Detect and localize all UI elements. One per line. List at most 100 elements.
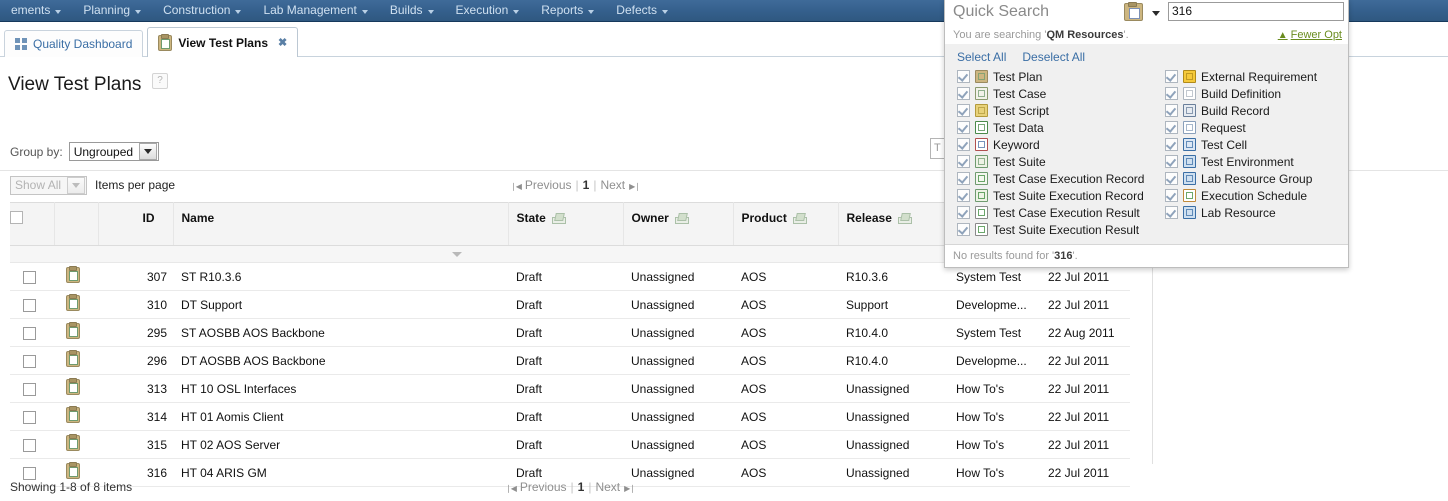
resource-type-option-test-case-execution-result[interactable]: Test Case Execution Result [957, 204, 1165, 221]
resource-type-option-build-record[interactable]: Build Record [1165, 102, 1317, 119]
cell-id[interactable]: 296 [98, 346, 173, 375]
cell-name[interactable]: DT Support [173, 290, 508, 319]
resource-type-checkbox[interactable] [1165, 104, 1178, 117]
nav-item-ements[interactable]: ements [0, 0, 72, 21]
first-page-button[interactable] [505, 480, 516, 494]
resource-type-checkbox[interactable] [957, 189, 970, 202]
table-row[interactable]: 315 HT 02 AOS Server Draft Unassigned AOS Una… [10, 430, 1130, 459]
table-row[interactable]: 313 HT 10 OSL Interfaces Draft Unassigned AO… [10, 374, 1130, 403]
cell-id[interactable]: 310 [98, 290, 173, 319]
sort-icon[interactable] [897, 213, 912, 224]
next-page-button[interactable]: Next [595, 480, 620, 494]
sort-icon[interactable] [792, 213, 807, 224]
resource-type-checkbox[interactable] [957, 70, 970, 83]
nav-item-execution[interactable]: Execution [445, 0, 531, 21]
th-select-all[interactable] [10, 202, 55, 246]
resource-type-option-test-suite-execution-result[interactable]: Test Suite Execution Result [957, 221, 1165, 238]
nav-item-reports[interactable]: Reports [530, 0, 605, 21]
last-page-button[interactable] [629, 178, 640, 192]
select-all-checkbox[interactable] [10, 211, 23, 224]
th-state[interactable]: State [508, 202, 624, 246]
th-product[interactable]: Product [733, 202, 839, 246]
cell-name[interactable]: HT 10 OSL Interfaces [173, 374, 508, 403]
resource-type-checkbox[interactable] [957, 206, 970, 219]
row-checkbox[interactable] [22, 382, 36, 396]
resource-type-option-test-suite-execution-record[interactable]: Test Suite Execution Record [957, 187, 1165, 204]
resource-type-option-test-cell[interactable]: Test Cell [1165, 136, 1317, 153]
close-icon[interactable]: ✖ [278, 36, 287, 49]
previous-page-button[interactable]: Previous [520, 480, 567, 494]
row-checkbox[interactable] [22, 354, 36, 368]
resource-type-option-test-data[interactable]: Test Data [957, 119, 1165, 136]
cell-name[interactable]: HT 02 AOS Server [173, 430, 508, 459]
chevron-down-icon[interactable] [452, 251, 462, 257]
row-checkbox[interactable] [22, 466, 36, 480]
nav-item-defects[interactable]: Defects [605, 0, 679, 21]
resource-type-checkbox[interactable] [1165, 138, 1178, 151]
help-icon[interactable]: ? [152, 73, 168, 89]
resource-type-checkbox[interactable] [1165, 121, 1178, 134]
resource-type-option-test-script[interactable]: Test Script [957, 102, 1165, 119]
nav-item-lab-management[interactable]: Lab Management [252, 0, 378, 21]
cell-id[interactable]: 315 [98, 430, 173, 459]
resource-type-option-test-case[interactable]: Test Case [957, 85, 1165, 102]
cell-id[interactable]: 314 [98, 402, 173, 431]
table-row[interactable]: 296 DT AOSBB AOS Backbone Draft Unassigned A… [10, 346, 1130, 375]
resource-type-checkbox[interactable] [957, 155, 970, 168]
row-checkbox[interactable] [22, 298, 36, 312]
cell-id[interactable]: 307 [98, 262, 173, 291]
resource-type-checkbox[interactable] [957, 121, 970, 134]
table-row[interactable]: 314 HT 01 Aomis Client Draft Unassigned AOS U… [10, 402, 1130, 431]
table-row[interactable]: 310 DT Support Draft Unassigned AOS Support De… [10, 290, 1130, 319]
last-page-button[interactable] [624, 480, 635, 494]
resource-type-checkbox[interactable] [1165, 70, 1178, 83]
resource-type-checkbox[interactable] [957, 172, 970, 185]
th-name[interactable]: Name [173, 202, 509, 246]
resource-type-checkbox[interactable] [957, 87, 970, 100]
cell-id[interactable]: 313 [98, 374, 173, 403]
resource-type-checkbox[interactable] [1165, 189, 1178, 202]
th-owner[interactable]: Owner [623, 202, 734, 246]
resource-type-option-request[interactable]: Request [1165, 119, 1317, 136]
resource-type-option-lab-resource[interactable]: Lab Resource [1165, 204, 1317, 221]
resource-type-option-test-case-execution-record[interactable]: Test Case Execution Record [957, 170, 1165, 187]
current-page-number[interactable]: 1 [578, 480, 585, 494]
nav-item-construction[interactable]: Construction [152, 0, 252, 21]
resource-type-option-external-requirement[interactable]: External Requirement [1165, 68, 1317, 85]
cell-name[interactable]: DT AOSBB AOS Backbone [173, 346, 508, 375]
sort-icon[interactable] [674, 213, 689, 224]
sort-icon[interactable] [551, 213, 566, 224]
resource-type-checkbox[interactable] [957, 138, 970, 151]
resource-type-option-execution-schedule[interactable]: Execution Schedule [1165, 187, 1317, 204]
resource-type-option-test-plan[interactable]: Test Plan [957, 68, 1165, 85]
table-row[interactable]: 295 ST AOSBB AOS Backbone Draft Unassigned A… [10, 318, 1130, 347]
resource-type-checkbox[interactable] [1165, 155, 1178, 168]
row-checkbox[interactable] [22, 270, 36, 284]
resource-type-option-test-suite[interactable]: Test Suite [957, 153, 1165, 170]
resource-type-option-test-environment[interactable]: Test Environment [1165, 153, 1317, 170]
resource-type-option-build-definition[interactable]: Build Definition [1165, 85, 1317, 102]
resource-type-checkbox[interactable] [957, 223, 970, 236]
first-page-button[interactable] [510, 178, 521, 192]
fewer-options-link[interactable]: ▲ Fewer Opt [1278, 29, 1342, 41]
tab-quality-dashboard[interactable]: Quality Dashboard [4, 30, 144, 57]
select-all-link[interactable]: Select All [957, 50, 1006, 64]
resource-type-checkbox[interactable] [957, 104, 970, 117]
group-by-select[interactable]: Ungrouped [68, 142, 160, 161]
row-checkbox[interactable] [22, 326, 36, 340]
resource-type-checkbox[interactable] [1165, 87, 1178, 100]
th-release[interactable]: Release [838, 202, 949, 246]
search-scope-icon[interactable] [1124, 1, 1143, 21]
cell-name[interactable]: HT 01 Aomis Client [173, 402, 508, 431]
resource-type-option-lab-resource-group[interactable]: Lab Resource Group [1165, 170, 1317, 187]
current-page-number[interactable]: 1 [583, 178, 590, 192]
row-checkbox[interactable] [22, 410, 36, 424]
chevron-down-icon[interactable] [1152, 10, 1160, 16]
nav-item-builds[interactable]: Builds [379, 0, 445, 21]
resource-type-checkbox[interactable] [1165, 206, 1178, 219]
th-id[interactable]: ID [98, 202, 174, 246]
next-page-button[interactable]: Next [600, 178, 625, 192]
tab-view-test-plans[interactable]: View Test Plans ✖ [147, 27, 299, 57]
cell-name[interactable]: ST R10.3.6 [173, 262, 508, 291]
quick-search-input[interactable]: 316 [1168, 2, 1344, 21]
